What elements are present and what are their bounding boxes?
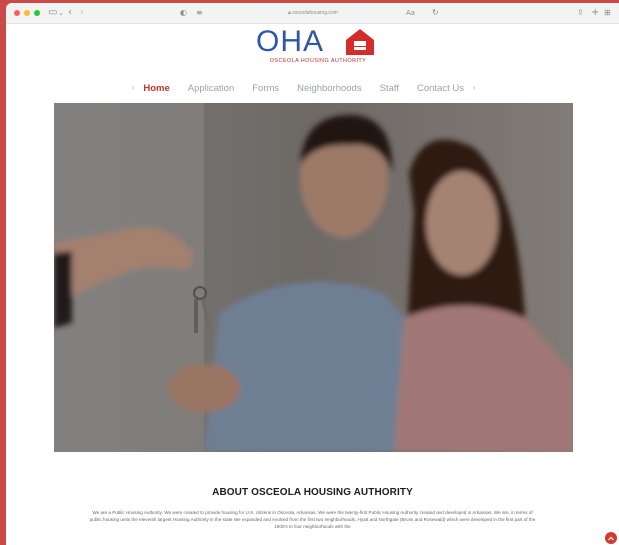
address-text: osceolahousing.com: [292, 10, 338, 16]
minimize-window-button[interactable]: [24, 10, 30, 16]
nav-item-application[interactable]: Application: [188, 83, 234, 94]
nav-item-neighborhoods[interactable]: Neighborhoods: [297, 83, 361, 94]
scroll-to-top-button[interactable]: [605, 532, 617, 544]
new-tab-icon[interactable]: +: [591, 6, 599, 20]
zoom-window-button[interactable]: [34, 10, 40, 16]
privacy-shield-icon[interactable]: ◐: [180, 6, 187, 20]
translate-icon[interactable]: Aa: [406, 6, 415, 20]
nav-prev-arrow-icon[interactable]: ‹: [132, 85, 134, 92]
reload-icon[interactable]: ↻: [432, 6, 439, 20]
tab-overview-icon[interactable]: ⊞: [604, 6, 611, 20]
hero-image: [54, 103, 573, 452]
browser-window: ▭ ⌄ ‹ › ◐ ≡ 🔒︎ osceolahousing.com Aa ↻ ⇪…: [6, 3, 619, 545]
about-body-text: We are a Public Housing Authority. We we…: [89, 510, 536, 529]
arrow-up-icon: [608, 536, 614, 541]
share-icon[interactable]: ⇪: [577, 6, 584, 20]
logo-subtitle: OSCEOLA HOUSING AUTHORITY: [269, 58, 367, 64]
close-window-button[interactable]: [14, 10, 20, 16]
nav-item-home[interactable]: Home: [143, 83, 169, 94]
browser-toolbar: ▭ ⌄ ‹ › ◐ ≡ 🔒︎ osceolahousing.com Aa ↻ ⇪…: [6, 3, 619, 24]
nav-item-forms[interactable]: Forms: [252, 83, 279, 94]
back-icon[interactable]: ‹: [68, 6, 72, 20]
chevron-down-icon[interactable]: ⌄: [58, 6, 64, 20]
address-bar[interactable]: 🔒︎ osceolahousing.com: [254, 7, 372, 19]
nav-item-contact-us[interactable]: Contact Us: [417, 83, 464, 94]
extensions-icon[interactable]: ≡: [196, 6, 203, 20]
logo-text: OHA: [256, 25, 325, 58]
nav-item-staff[interactable]: Staff: [380, 83, 399, 94]
about-heading: ABOUT OSCEOLA HOUSING AUTHORITY: [212, 487, 413, 498]
main-nav: ‹ Home Application Forms Neighborhoods S…: [132, 79, 475, 97]
site-logo[interactable]: OHA OSCEOLA HOUSING AUTHORITY: [256, 25, 386, 69]
forward-icon[interactable]: ›: [80, 6, 84, 20]
sidebar-icon[interactable]: ▭: [48, 6, 57, 20]
hero-photo-illustration: [54, 103, 573, 452]
house-icon: [346, 29, 374, 55]
nav-next-arrow-icon[interactable]: ›: [473, 85, 475, 92]
lock-icon: 🔒︎: [288, 10, 291, 16]
